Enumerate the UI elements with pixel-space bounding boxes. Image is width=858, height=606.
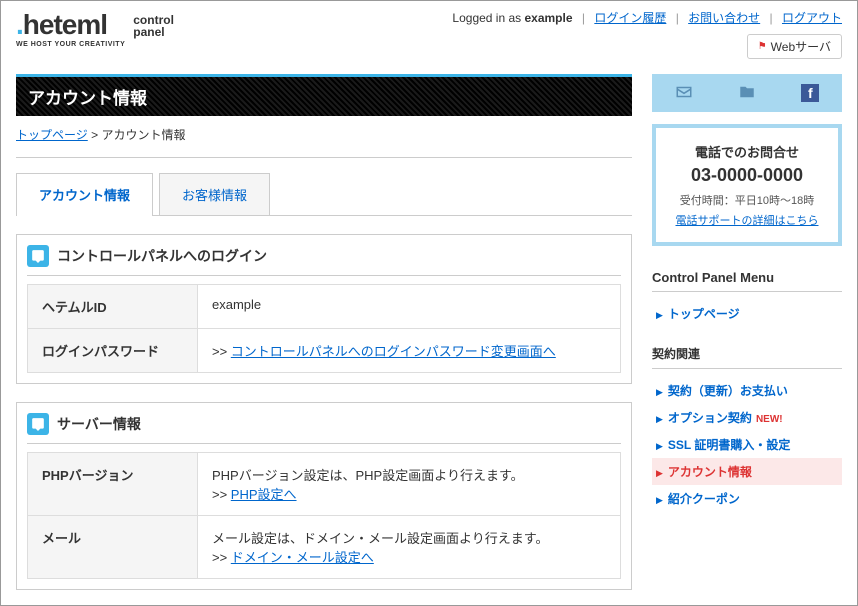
flag-icon: ⚑ <box>758 41 767 52</box>
menu-title: Control Panel Menu <box>652 270 842 292</box>
contact-link[interactable]: お問い合わせ <box>688 11 760 25</box>
row-label: ログインパスワード <box>28 329 198 373</box>
row-value: example <box>198 285 621 329</box>
row-label: PHPバージョン <box>28 453 198 516</box>
mail-icon[interactable] <box>675 83 693 104</box>
breadcrumb-top[interactable]: トップページ <box>16 128 88 142</box>
table-row: ログインパスワード>> コントロールパネルへのログインパスワード変更画面へ <box>28 329 621 373</box>
logout-link[interactable]: ログアウト <box>782 11 842 25</box>
menu-item-top[interactable]: トップページ <box>652 300 842 327</box>
username: example <box>524 11 572 25</box>
table-row: PHPバージョンPHPバージョン設定は、PHP設定画面より行えます。>> PHP… <box>28 453 621 516</box>
row-value: メール設定は、ドメイン・メール設定画面より行えます。>> ドメイン・メール設定へ <box>198 516 621 579</box>
menu-item-3[interactable]: アカウント情報 <box>652 458 842 485</box>
folder-icon[interactable] <box>738 83 756 104</box>
row-label: ヘテムルID <box>28 285 198 329</box>
tabs: アカウント情報お客様情報 <box>16 173 632 216</box>
menu-item-1[interactable]: オプション契約NEW! <box>652 404 842 431</box>
icon-bar: f <box>652 74 842 112</box>
header: .heteml WE HOST YOUR CREATIVITY control … <box>1 1 857 64</box>
table-row: メールメール設定は、ドメイン・メール設定画面より行えます。>> ドメイン・メール… <box>28 516 621 579</box>
phone-number: 03-0000-0000 <box>664 165 830 186</box>
row-value: PHPバージョン設定は、PHP設定画面より行えます。>> PHP設定へ <box>198 453 621 516</box>
section-1: サーバー情報 PHPバージョンPHPバージョン設定は、PHP設定画面より行えます。… <box>16 402 632 590</box>
menu-item-2[interactable]: SSL 証明書購入・設定 <box>652 431 842 458</box>
phone-detail-link[interactable]: 電話サポートの詳細はこちら <box>676 215 819 227</box>
row-link[interactable]: PHP設定へ <box>231 487 297 502</box>
menu-item-0[interactable]: 契約（更新）お支払い <box>652 377 842 404</box>
tab-1[interactable]: お客様情報 <box>159 173 270 215</box>
new-badge: NEW! <box>756 414 783 425</box>
login-history-link[interactable]: ログイン履歴 <box>594 11 666 25</box>
section-icon <box>27 413 49 435</box>
row-label: メール <box>28 516 198 579</box>
section-title: サーバー情報 <box>57 414 141 434</box>
row-link[interactable]: ドメイン・メール設定へ <box>231 550 374 565</box>
section-icon <box>27 245 49 267</box>
page-title: アカウント情報 <box>16 74 632 116</box>
facebook-icon[interactable]: f <box>801 84 819 102</box>
row-link[interactable]: コントロールパネルへのログインパスワード変更画面へ <box>231 344 556 359</box>
menu-item-4[interactable]: 紹介クーポン <box>652 485 842 512</box>
breadcrumb: トップページ > アカウント情報 <box>16 116 632 158</box>
tab-0[interactable]: アカウント情報 <box>16 173 153 215</box>
section-0: コントロールパネルへのログインヘテムルIDexampleログインパスワード>> … <box>16 234 632 384</box>
section-title: コントロールパネルへのログイン <box>57 246 267 266</box>
menu-subtitle-contract: 契約関連 <box>652 345 842 369</box>
server-badge: ⚑ Webサーバ <box>747 34 842 59</box>
phone-box: 電話でのお問合せ 03-0000-0000 受付時間：平日10時〜18時 電話サ… <box>652 124 842 246</box>
row-value: >> コントロールパネルへのログインパスワード変更画面へ <box>198 329 621 373</box>
logo: .heteml WE HOST YOUR CREATIVITY control … <box>16 9 174 59</box>
top-links: Logged in as example | ログイン履歴 | お問い合わせ |… <box>452 9 842 26</box>
table-row: ヘテムルIDexample <box>28 285 621 329</box>
